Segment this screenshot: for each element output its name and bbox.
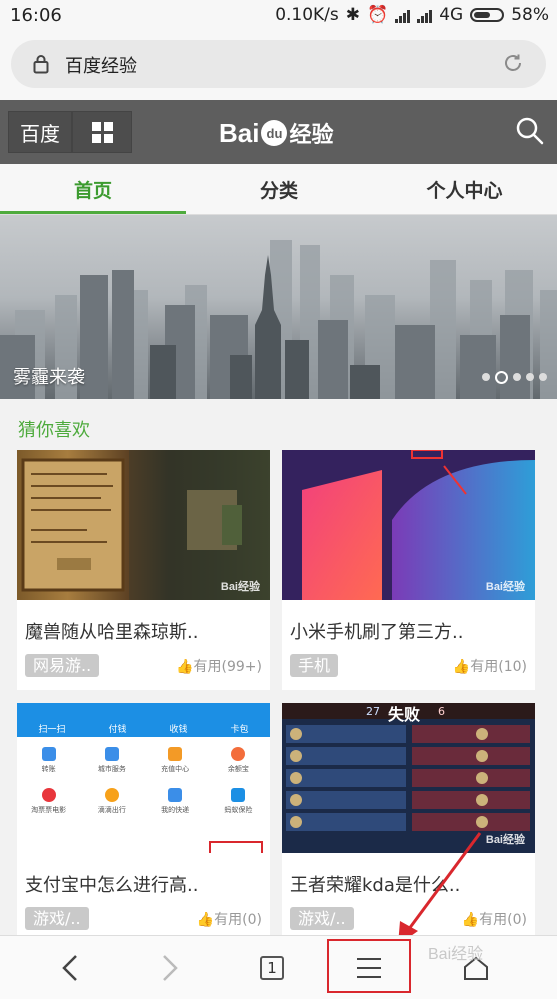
category-tag[interactable]: 游戏/.. [290,907,354,930]
article-card[interactable]: Bai经验 魔兽随从哈里森琼斯.. 网易游.. 👍有用(99+) [17,450,270,690]
watermark: Bai经验 [485,834,525,846]
tab-profile[interactable]: 个人中心 [372,164,557,214]
carousel-dot[interactable] [539,373,547,381]
watermark: Bai经验 [485,581,525,593]
grid-icon [91,121,113,143]
thumbs-up-icon: 👍 [452,659,471,675]
section-title: 猜你喜欢 [18,420,90,441]
carousel-dot[interactable] [482,373,490,381]
nav-tabs: 首页 分类 个人中心 [0,164,557,215]
signal-icon [395,8,411,23]
forward-button[interactable] [130,936,210,999]
tab-count: 1 [260,955,284,980]
battery-percent: 58% [511,5,549,25]
reload-icon[interactable] [502,52,524,74]
article-title: 小米手机刷了第三方.. [290,622,464,643]
active-tab-indicator [0,211,186,214]
useful-count[interactable]: 👍有用(10) [453,656,527,676]
carousel-dot[interactable] [526,373,534,381]
banner-carousel[interactable]: 雾霾来袭 [0,215,557,399]
alarm-icon: ⏰ [367,5,389,25]
back-arrow-icon [62,954,77,981]
paw-icon: du [261,120,288,146]
article-card[interactable]: Bai经验 小米手机刷了第三方.. 手机 👍有用(10) [282,450,535,690]
baidu-jingyan-logo[interactable]: Bai du 经验 [219,114,333,152]
bluetooth-icon: ✱ [345,5,361,25]
article-thumbnail: Bai经验 [282,450,535,600]
thumbs-up-icon: 👍 [196,912,215,928]
article-thumbnail: Bai经验 [17,450,270,600]
carousel-dot-active[interactable] [495,371,508,384]
grid-menu-button[interactable] [72,111,132,153]
watermark: Bai经验 [428,946,484,963]
watermark: Bai经验 [220,581,260,593]
baidu-home-button[interactable]: 百度 [8,111,72,153]
defeat-label: 失败 [388,705,421,724]
carousel-dot[interactable] [513,373,521,381]
page-title: 百度经验 [65,56,137,77]
lock-icon [33,55,49,74]
tab-category[interactable]: 分类 [186,164,372,214]
useful-count[interactable]: 👍有用(0) [197,909,262,929]
article-thumbnail: 扫一扫 付钱 收钱 卡包 转账 城市服务 充值中心 余额宝 淘票票电影 滴滴出行… [17,703,270,853]
article-title: 魔兽随从哈里森琼斯.. [25,622,199,643]
status-time: 16:06 [10,5,62,26]
article-card[interactable]: 扫一扫 付钱 收钱 卡包 转账 城市服务 充值中心 余额宝 淘票票电影 滴滴出行… [17,703,270,943]
network-speed: 0.10K/s [275,5,339,25]
annotation-arrow [398,832,482,945]
back-button[interactable] [30,936,110,999]
forward-arrow-icon [163,954,178,981]
thumbs-up-icon: 👍 [176,659,194,675]
useful-count[interactable]: 👍有用(99+) [176,656,262,676]
status-bar: 16:06 0.10K/s ✱ ⏰ 4G 58% [0,0,557,32]
status-icons: 0.10K/s ✱ ⏰ 4G 58% [275,5,549,25]
carousel-dots[interactable] [482,371,547,384]
menu-highlight-box [327,939,411,993]
article-title: 支付宝中怎么进行高.. [25,875,199,896]
signal-icon-2 [417,8,433,23]
tab-home[interactable]: 首页 [0,164,186,214]
category-tag[interactable]: 网易游.. [25,654,100,677]
category-tag[interactable]: 手机 [290,654,339,677]
network-type: 4G [439,5,464,25]
site-header: 百度 Bai du 经验 [0,100,557,164]
battery-icon [470,8,505,22]
banner-caption: 雾霾来袭 [13,367,85,388]
tabs-button[interactable]: 1 [232,936,312,999]
category-tag[interactable]: 游戏/.. [25,907,89,930]
address-bar[interactable]: 百度经验 [11,40,546,88]
search-icon[interactable] [515,116,545,146]
browser-toolbar: 百度经验 [0,32,557,100]
